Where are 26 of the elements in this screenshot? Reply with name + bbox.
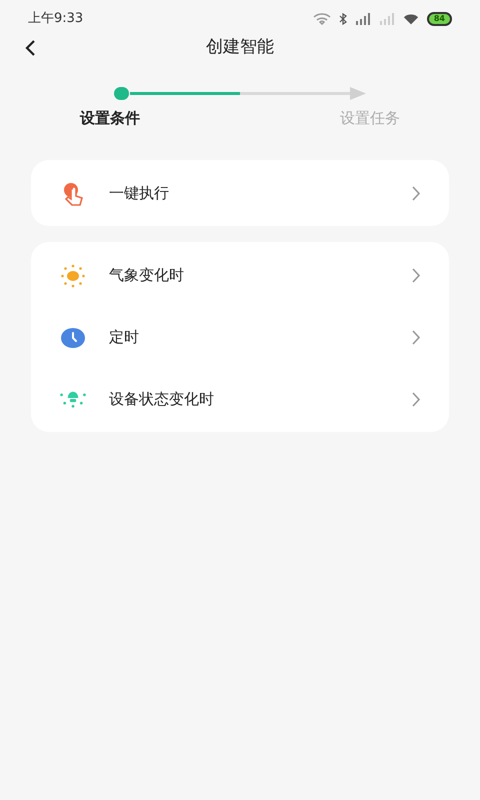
wifi-icon [402,13,419,25]
bluetooth-icon [338,13,347,25]
option-row[interactable]: 定时 [31,306,449,370]
option-label: 设备状态变化时 [109,389,215,410]
clock-icon [60,326,86,348]
bulb-icon [60,391,86,408]
option-label: 定时 [109,327,140,348]
wifi-icon [312,13,331,25]
signal-weak-icon [378,13,395,25]
option-label: 气象变化时 [109,265,185,286]
signal-icon [354,13,371,25]
option-row[interactable]: 气象变化时 [31,244,449,308]
chevron-right-icon [412,330,421,345]
option-row[interactable]: 一键执行 [31,162,449,226]
chevron-right-icon [412,186,421,201]
chevron-right-icon [412,268,421,283]
status-time: 上午9:33 [28,10,84,28]
back-icon [24,39,36,57]
step-label: 设置任务 [340,108,400,129]
option-label: 一键执行 [109,183,170,204]
battery-indicator: 84 [426,12,452,26]
step-label: 设置条件 [80,108,140,129]
page-title: 创建智能 [206,36,274,60]
option-row[interactable]: 设备状态变化时 [31,368,449,432]
chevron-right-icon [412,392,421,407]
sun-icon [60,262,86,288]
